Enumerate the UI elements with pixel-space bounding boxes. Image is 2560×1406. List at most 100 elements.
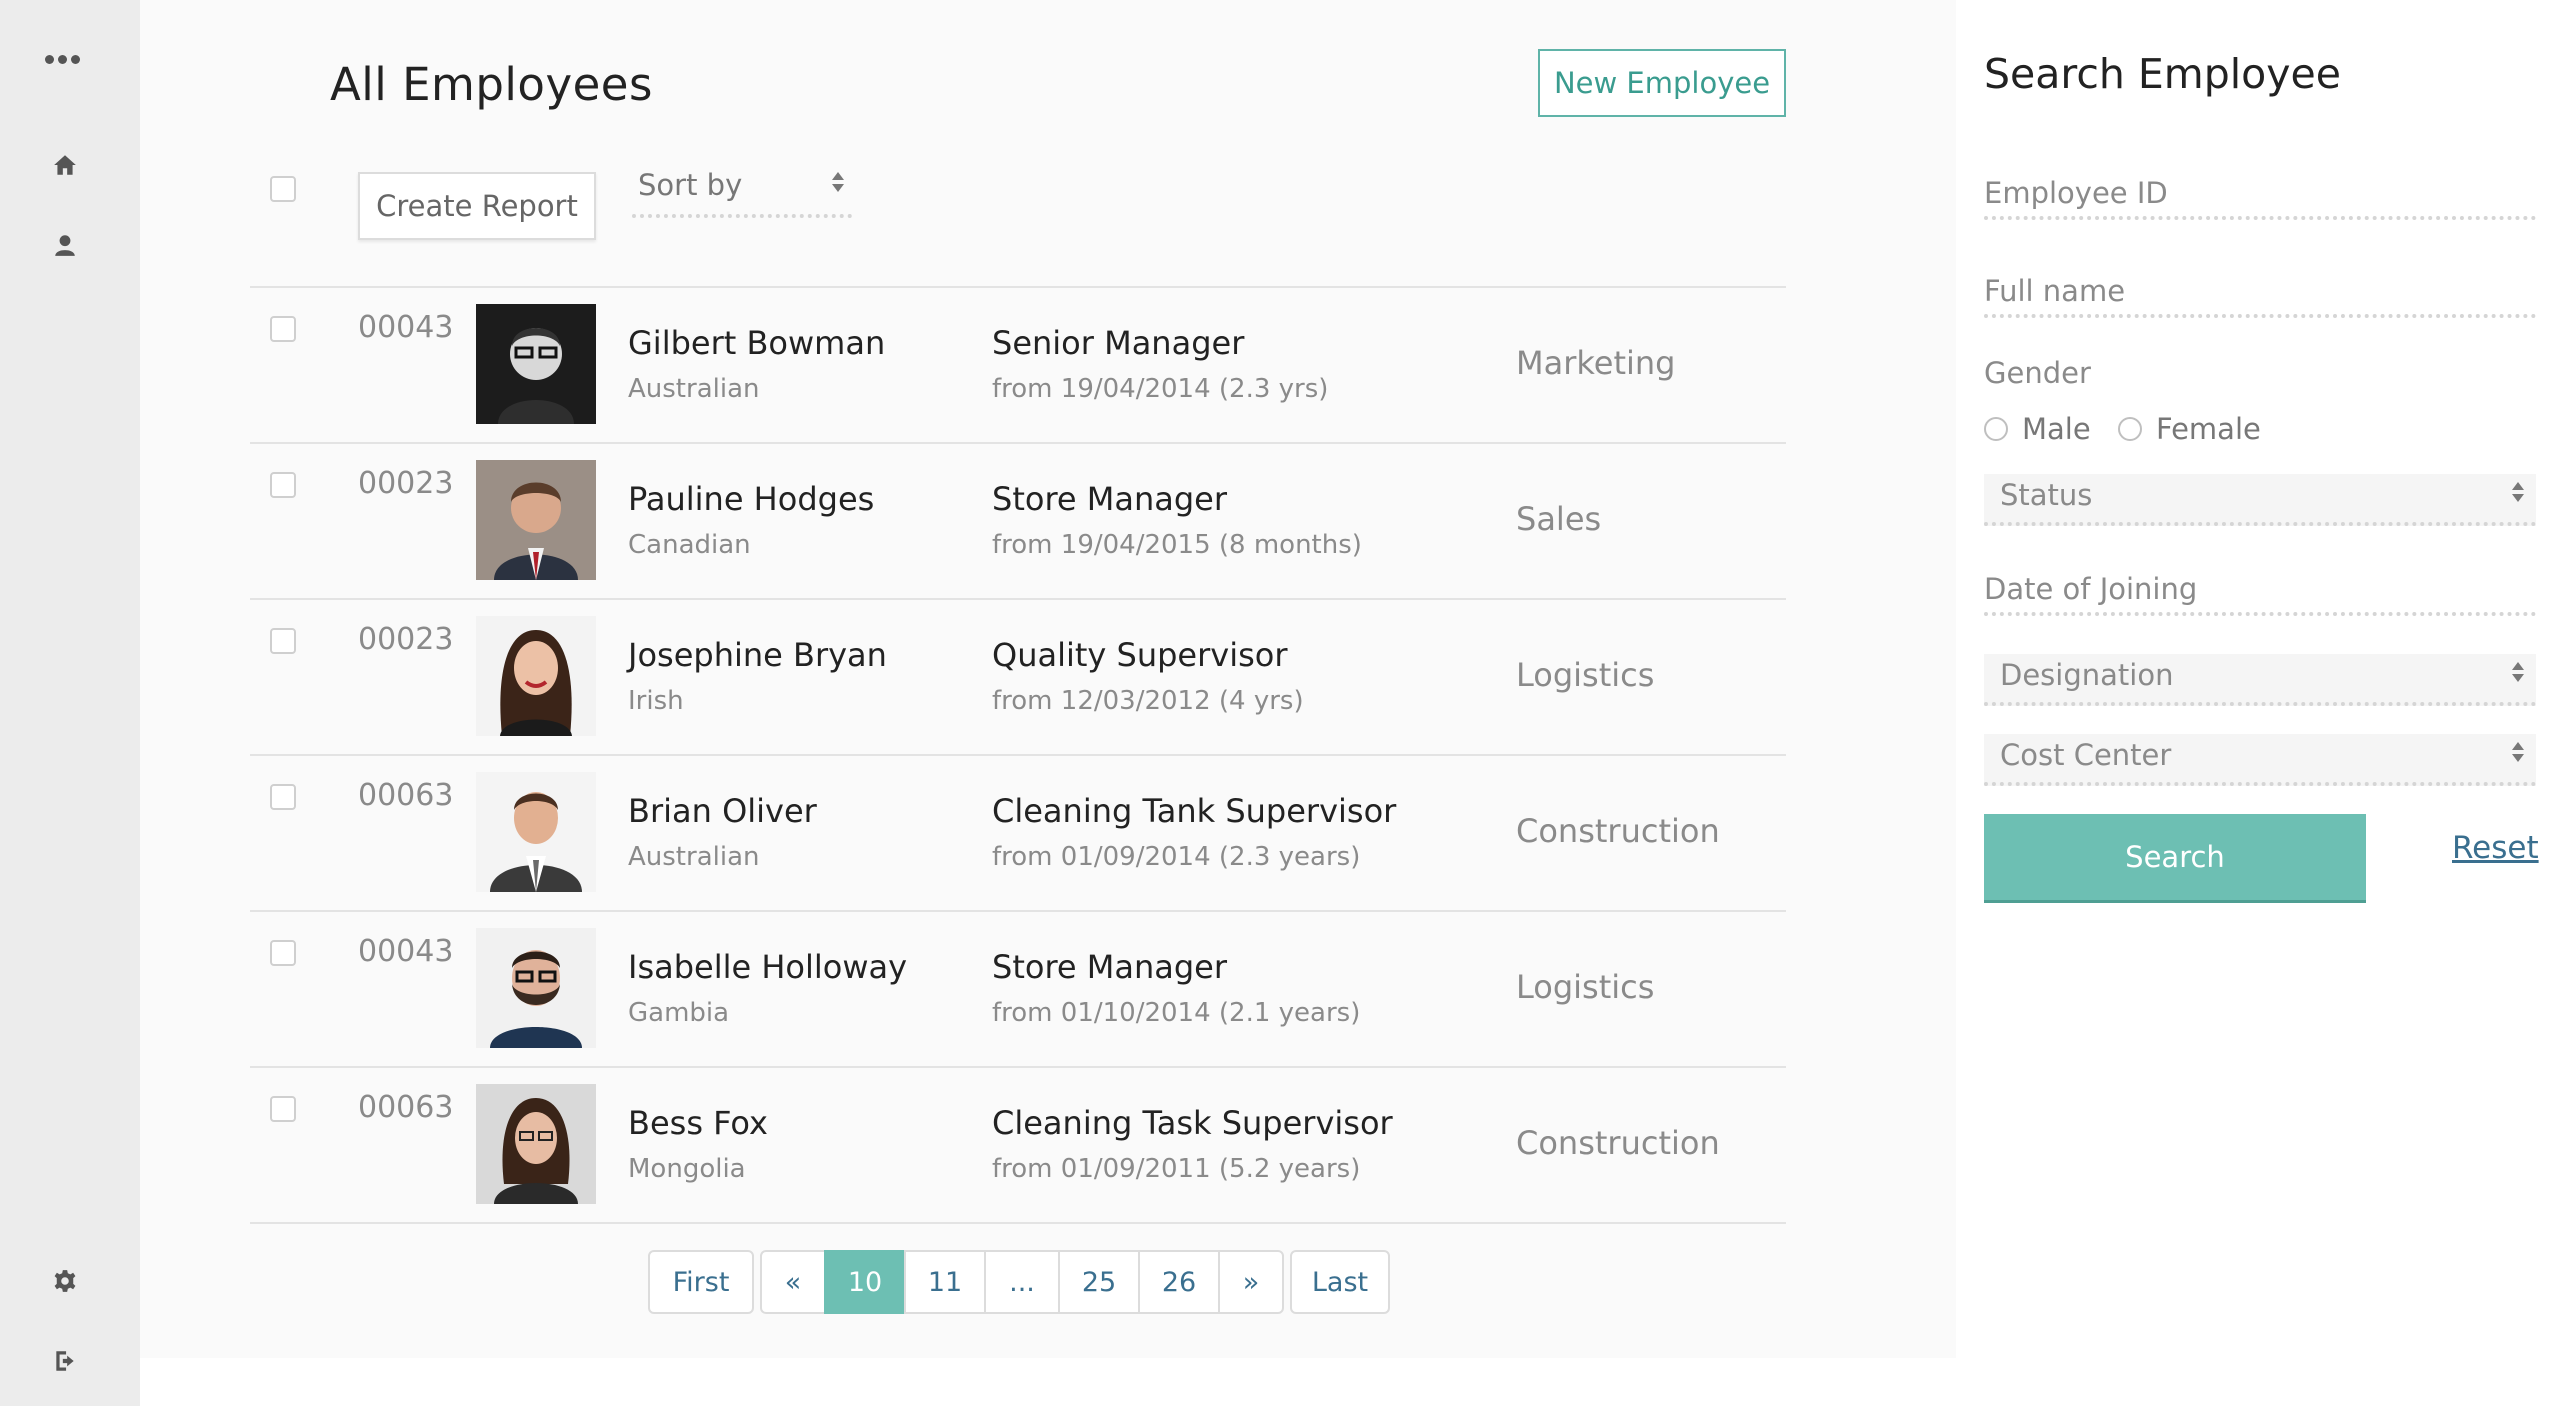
employee-id: 00023 bbox=[358, 466, 454, 501]
table-row[interactable]: 00063 Brian Oliver Australian Cleaning T… bbox=[250, 754, 1786, 910]
designation-select[interactable]: Designation bbox=[1984, 654, 2536, 706]
full-name-field[interactable]: Full name bbox=[1984, 270, 2536, 318]
pagination: First « 10 11 ... 25 26 » Last bbox=[648, 1250, 1390, 1314]
page-title: All Employees bbox=[330, 58, 653, 111]
search-panel: Search Employee Employee ID Full name Ge… bbox=[1956, 0, 2560, 1406]
gear-icon[interactable] bbox=[50, 1266, 80, 1296]
employee-id: 00063 bbox=[358, 778, 454, 813]
page-25-button[interactable]: 25 bbox=[1058, 1250, 1140, 1314]
employee-photo bbox=[476, 460, 596, 580]
employee-id: 00063 bbox=[358, 1090, 454, 1125]
select-arrows-icon bbox=[2512, 482, 2526, 502]
row-checkbox[interactable] bbox=[270, 1096, 296, 1122]
row-checkbox[interactable] bbox=[270, 940, 296, 966]
employee-photo bbox=[476, 772, 596, 892]
employee-department: Marketing bbox=[1516, 344, 1676, 382]
table-row[interactable]: 00063 Bess Fox Mongolia Cleaning Task Su… bbox=[250, 1066, 1786, 1224]
search-button[interactable]: Search bbox=[1984, 814, 2366, 900]
date-of-joining-placeholder: Date of Joining bbox=[1984, 572, 2198, 606]
reset-link[interactable]: Reset bbox=[2452, 830, 2539, 866]
employee-since: from 19/04/2015 (8 months) bbox=[992, 530, 1362, 560]
row-checkbox[interactable] bbox=[270, 316, 296, 342]
employee-role: Cleaning Tank Supervisor bbox=[992, 792, 1397, 830]
table-row[interactable]: 00043 Gilbert Bowman Australian Senior M… bbox=[250, 286, 1786, 442]
radio-circle-icon bbox=[1984, 417, 2008, 441]
employee-nationality: Australian bbox=[628, 842, 760, 872]
sidebar bbox=[0, 0, 140, 1406]
employee-id: 00043 bbox=[358, 310, 454, 345]
employee-id-field[interactable]: Employee ID bbox=[1984, 172, 2536, 220]
sort-by-select[interactable]: Sort by bbox=[632, 166, 852, 218]
status-select[interactable]: Status bbox=[1984, 474, 2536, 526]
page-prev-button[interactable]: « bbox=[760, 1250, 826, 1314]
employee-role: Store Manager bbox=[992, 480, 1228, 518]
page-11-button[interactable]: 11 bbox=[904, 1250, 986, 1314]
employee-id: 00023 bbox=[358, 622, 454, 657]
page-first-button[interactable]: First bbox=[648, 1250, 754, 1314]
employee-name[interactable]: Gilbert Bowman bbox=[628, 324, 885, 362]
table-row[interactable]: 00023 Pauline Hodges Canadian Store Mana… bbox=[250, 442, 1786, 598]
row-checkbox[interactable] bbox=[270, 784, 296, 810]
gender-male-radio[interactable]: Male bbox=[1984, 412, 2091, 446]
employee-nationality: Canadian bbox=[628, 530, 751, 560]
row-checkbox[interactable] bbox=[270, 628, 296, 654]
employee-since: from 12/03/2012 (4 yrs) bbox=[992, 686, 1304, 716]
employee-role: Cleaning Task Supervisor bbox=[992, 1104, 1393, 1142]
page-10-button[interactable]: 10 bbox=[824, 1250, 906, 1314]
gender-male-label: Male bbox=[2022, 412, 2091, 446]
select-arrows-icon bbox=[832, 172, 846, 192]
employee-since: from 01/09/2014 (2.3 years) bbox=[992, 842, 1361, 872]
home-icon[interactable] bbox=[50, 150, 80, 180]
row-checkbox[interactable] bbox=[270, 472, 296, 498]
create-report-button[interactable]: Create Report bbox=[358, 172, 596, 240]
employee-photo bbox=[476, 928, 596, 1048]
employee-nationality: Australian bbox=[628, 374, 760, 404]
search-panel-title: Search Employee bbox=[1984, 50, 2341, 98]
employee-name[interactable]: Isabelle Holloway bbox=[628, 948, 907, 986]
more-icon[interactable] bbox=[40, 44, 84, 74]
employee-since: from 19/04/2014 (2.3 yrs) bbox=[992, 374, 1329, 404]
page-ellipsis: ... bbox=[984, 1250, 1060, 1314]
page-last-button[interactable]: Last bbox=[1290, 1250, 1390, 1314]
employee-nationality: Gambia bbox=[628, 998, 730, 1028]
page-next-button[interactable]: » bbox=[1218, 1250, 1284, 1314]
new-employee-button[interactable]: New Employee bbox=[1538, 49, 1786, 117]
employee-role: Senior Manager bbox=[992, 324, 1245, 362]
select-arrows-icon bbox=[2512, 662, 2526, 682]
designation-label: Designation bbox=[2000, 658, 2174, 692]
employee-id-placeholder: Employee ID bbox=[1984, 176, 2168, 210]
table-row[interactable]: 00023 Josephine Bryan Irish Quality Supe… bbox=[250, 598, 1786, 754]
employee-nationality: Irish bbox=[628, 686, 684, 716]
employee-photo bbox=[476, 616, 596, 736]
employee-name[interactable]: Pauline Hodges bbox=[628, 480, 874, 518]
employee-list: 00043 Gilbert Bowman Australian Senior M… bbox=[250, 286, 1786, 1224]
employee-id: 00043 bbox=[358, 934, 454, 969]
logout-icon[interactable] bbox=[50, 1346, 80, 1376]
gender-female-label: Female bbox=[2156, 412, 2261, 446]
sort-by-label: Sort by bbox=[638, 168, 743, 202]
employee-photo bbox=[476, 1084, 596, 1204]
user-icon[interactable] bbox=[50, 230, 80, 260]
employee-department: Logistics bbox=[1516, 968, 1655, 1006]
employee-role: Store Manager bbox=[992, 948, 1228, 986]
employee-name[interactable]: Brian Oliver bbox=[628, 792, 817, 830]
radio-circle-icon bbox=[2118, 417, 2142, 441]
date-of-joining-field[interactable]: Date of Joining bbox=[1984, 568, 2536, 616]
select-arrows-icon bbox=[2512, 742, 2526, 762]
cost-center-select[interactable]: Cost Center bbox=[1984, 734, 2536, 786]
status-label: Status bbox=[2000, 478, 2093, 512]
table-row[interactable]: 00043 Isabelle Holloway Gambia Store Man… bbox=[250, 910, 1786, 1066]
employee-photo bbox=[476, 304, 596, 424]
employee-department: Construction bbox=[1516, 812, 1720, 850]
employee-role: Quality Supervisor bbox=[992, 636, 1288, 674]
select-all-checkbox[interactable] bbox=[270, 176, 296, 202]
main-content: All Employees New Employee Create Report… bbox=[140, 0, 1956, 1358]
employee-name[interactable]: Josephine Bryan bbox=[628, 636, 887, 674]
employee-department: Construction bbox=[1516, 1124, 1720, 1162]
gender-label: Gender bbox=[1984, 356, 2091, 390]
employee-since: from 01/10/2014 (2.1 years) bbox=[992, 998, 1361, 1028]
page-26-button[interactable]: 26 bbox=[1138, 1250, 1220, 1314]
employee-department: Sales bbox=[1516, 500, 1602, 538]
employee-name[interactable]: Bess Fox bbox=[628, 1104, 768, 1142]
gender-female-radio[interactable]: Female bbox=[2118, 412, 2261, 446]
